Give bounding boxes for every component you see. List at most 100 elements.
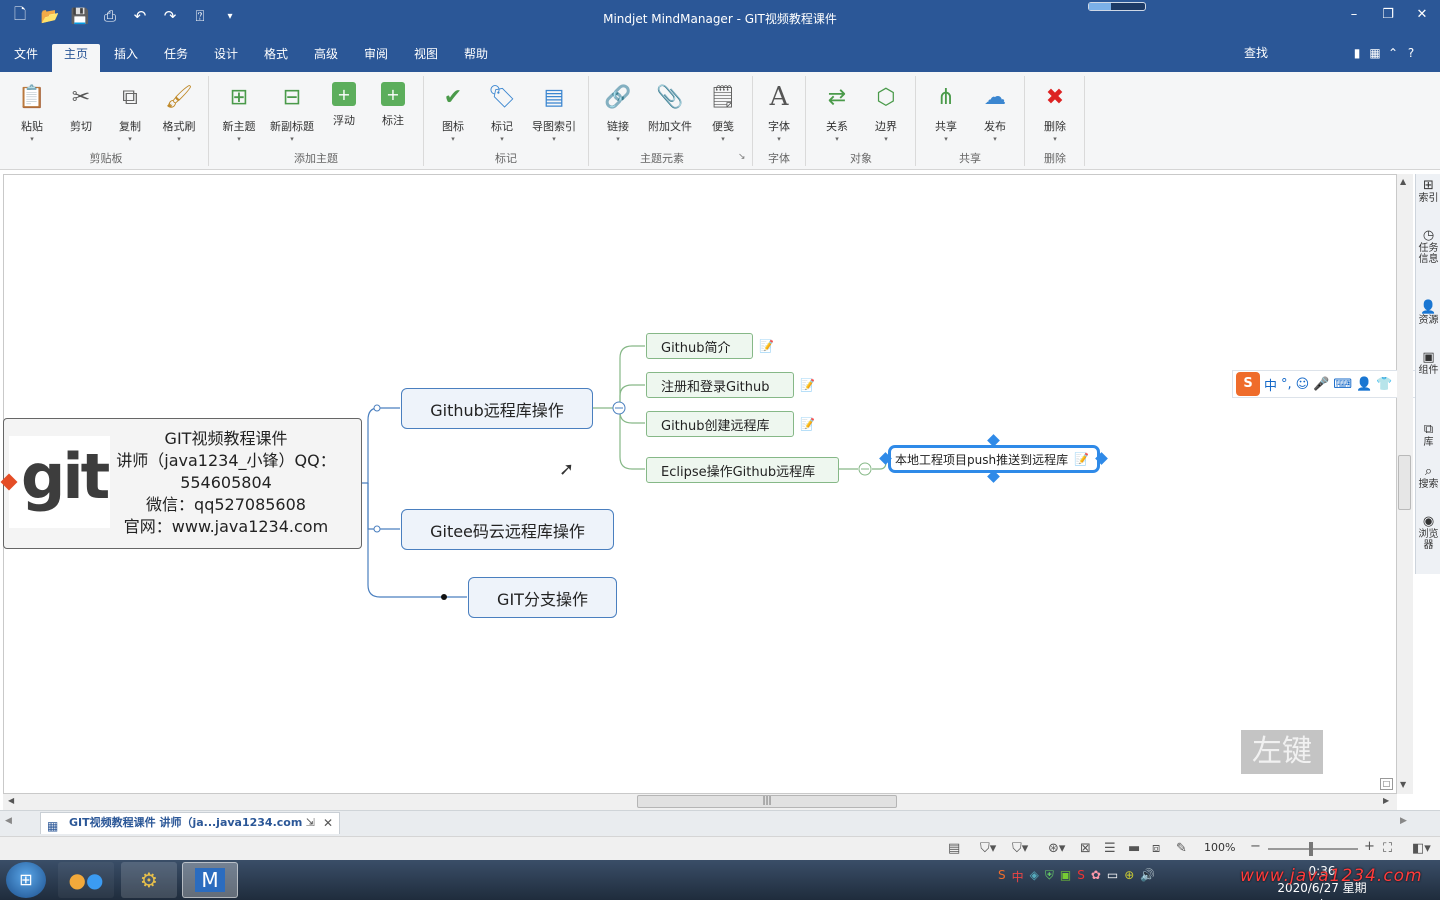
note-icon[interactable]: 📝: [800, 417, 815, 431]
view-options-icon[interactable]: ▦: [1368, 46, 1382, 60]
document-tab[interactable]: ▦ GIT视频教程课件 讲师（ja...java1234.com ⇲ ✕: [40, 812, 340, 834]
main-topic-github[interactable]: Github远程库操作: [401, 388, 593, 429]
boundary-button[interactable]: ⬡ 边界 ▾: [862, 78, 910, 144]
cut-button[interactable]: ✂ 剪切: [57, 78, 105, 134]
side-tab-index[interactable]: ⊞ 索引: [1418, 179, 1439, 204]
edit-icon[interactable]: ✎: [1176, 841, 1187, 856]
floating-topic-button[interactable]: + 浮动: [320, 78, 368, 128]
publish-button[interactable]: ☁ 发布 ▾: [971, 78, 1019, 144]
subtopic-eclipse-github[interactable]: Eclipse操作Github远程库: [646, 457, 839, 483]
share-button[interactable]: ⋔ 共享 ▾: [922, 78, 970, 144]
skin-icon[interactable]: 👕: [1376, 377, 1392, 392]
layout-options-icon[interactable]: ◧▾: [1412, 841, 1431, 856]
start-button-icon[interactable]: ⊞: [6, 862, 46, 898]
find-button[interactable]: 查找: [1244, 44, 1268, 61]
link-map-icon[interactable]: ⧈: [1152, 841, 1160, 856]
scroll-up-icon[interactable]: ▲: [1400, 177, 1406, 186]
collapse-ribbon-icon[interactable]: ⌃: [1386, 46, 1400, 60]
map-index-button[interactable]: ▤ 导图索引 ▾: [530, 78, 578, 144]
gantt-icon[interactable]: ▬: [1128, 841, 1140, 856]
side-tab-resources[interactable]: 👤 资源: [1418, 301, 1439, 326]
delete-button[interactable]: ✖ 删除 ▾: [1031, 78, 1079, 144]
tab-review[interactable]: 审阅: [352, 44, 400, 72]
side-tab-search[interactable]: ⌕ 搜索: [1418, 465, 1439, 490]
scroll-right-icon[interactable]: ▶: [1383, 796, 1389, 805]
tab-help[interactable]: 帮助: [452, 44, 500, 72]
filter-options-icon[interactable]: ⛉▾: [1012, 841, 1028, 856]
vertical-scroll-thumb[interactable]: [1398, 455, 1411, 510]
ime-lang-toggle[interactable]: 中: [1264, 375, 1277, 394]
tab-insert[interactable]: 插入: [102, 44, 150, 72]
network-tray-icon[interactable]: ▭: [1107, 868, 1118, 885]
font-button[interactable]: A 字体 ▾: [755, 78, 803, 143]
taskbar-app-eclipse-javaee-icon[interactable]: ⚙: [121, 862, 177, 898]
taskbar-app-mindmanager-icon[interactable]: M: [182, 862, 238, 898]
filter-icon[interactable]: ⛉▾: [980, 841, 996, 856]
tab-advanced[interactable]: 高级: [302, 44, 350, 72]
copy-button[interactable]: ⧉ 复制 ▾: [106, 78, 154, 144]
note-icon[interactable]: 📝: [759, 339, 774, 353]
zoom-slider[interactable]: [1268, 848, 1358, 850]
paste-button[interactable]: 📋 粘贴 ▾: [8, 78, 56, 144]
tab-format[interactable]: 格式: [252, 44, 300, 72]
user-icon[interactable]: 👤: [1356, 377, 1372, 392]
tab-file[interactable]: 文件: [2, 44, 50, 72]
subtopic-create-repo[interactable]: Github创建远程库: [646, 411, 794, 437]
main-topic-gitee[interactable]: Gitee码云远程库操作: [401, 509, 614, 550]
sogou-tray-icon[interactable]: S: [998, 868, 1006, 885]
side-tab-task-info[interactable]: ◷ 任务信息: [1418, 229, 1439, 265]
map-overview-icon[interactable]: □: [1380, 778, 1393, 790]
emoji-icon[interactable]: ☺: [1296, 377, 1310, 392]
restore-button[interactable]: ❐: [1373, 4, 1403, 26]
flower-tray-icon[interactable]: ✿: [1091, 868, 1101, 885]
ime-punct-toggle[interactable]: °,: [1281, 377, 1292, 392]
notes-button[interactable]: 🗒 便笺 ▾: [699, 78, 747, 144]
side-tab-library[interactable]: ⧉ 库: [1418, 423, 1439, 448]
plus-tray-icon[interactable]: ⊕: [1124, 868, 1134, 885]
dialog-launcher-icon[interactable]: ↘: [738, 152, 746, 162]
volume-tray-icon[interactable]: 🔊: [1140, 868, 1155, 885]
zoom-out-icon[interactable]: −: [1250, 839, 1261, 854]
balance-map-icon[interactable]: ⊛▾: [1048, 841, 1065, 856]
icon-button[interactable]: ✔ 图标 ▾: [429, 78, 477, 144]
cube-tray-icon[interactable]: ◈: [1030, 868, 1039, 885]
microphone-icon[interactable]: 🎤: [1313, 377, 1329, 392]
format-painter-button[interactable]: 🖌 格式刷 ▾: [155, 78, 203, 144]
note-icon[interactable]: 📝: [1074, 452, 1089, 466]
side-tab-components[interactable]: ▣ 组件: [1418, 351, 1439, 376]
tab-home[interactable]: 主页: [52, 44, 101, 72]
wps-tray-icon[interactable]: S: [1077, 868, 1085, 885]
input-tray-icon[interactable]: 中: [1012, 868, 1024, 885]
taskbar-app-colorful-icon[interactable]: ● ●: [58, 862, 114, 898]
shield-tray-icon[interactable]: ⛨: [1045, 868, 1054, 885]
map-view-icon[interactable]: ⊠: [1080, 841, 1091, 856]
minimize-button[interactable]: –: [1339, 4, 1369, 26]
selected-topic[interactable]: 本地工程项目push推送到远程库 📝: [888, 445, 1100, 473]
main-topic-branch[interactable]: GIT分支操作: [468, 577, 617, 618]
subtopic-github-intro[interactable]: Github简介: [646, 333, 753, 359]
fit-map-icon[interactable]: ⛶: [1383, 841, 1392, 856]
outline-view-icon[interactable]: ▤: [948, 841, 960, 856]
tab-task[interactable]: 任务: [152, 44, 200, 72]
attach-file-button[interactable]: 📎 附加文件 ▾: [646, 78, 694, 144]
sogou-logo-icon[interactable]: S: [1236, 372, 1260, 396]
close-tab-icon[interactable]: ✕: [323, 813, 333, 833]
pin-tab-icon[interactable]: ⇲: [306, 813, 315, 833]
tab-view[interactable]: 视图: [402, 44, 450, 72]
side-tab-browser[interactable]: ◉ 浏览器: [1418, 515, 1439, 551]
relationship-button[interactable]: ⇄ 关系 ▾: [813, 78, 861, 144]
new-subtopic-button[interactable]: ⊟ 新副标题 ▾: [268, 78, 316, 144]
tab-scroll-left-icon[interactable]: ◀: [5, 816, 12, 826]
horizontal-scroll-thumb[interactable]: |||: [637, 795, 897, 808]
note-icon[interactable]: 📝: [800, 378, 815, 392]
new-topic-button[interactable]: ⊞ 新主题 ▾: [215, 78, 263, 144]
scroll-left-icon[interactable]: ◀: [8, 796, 14, 805]
scroll-down-icon[interactable]: ▼: [1400, 780, 1406, 789]
nvidia-tray-icon[interactable]: ▣: [1060, 868, 1071, 885]
callout-button[interactable]: + 标注: [369, 78, 417, 128]
close-button[interactable]: ✕: [1407, 4, 1437, 26]
zoom-in-icon[interactable]: +: [1364, 839, 1375, 854]
layout-icon[interactable]: ▮: [1350, 46, 1364, 60]
keyboard-icon[interactable]: ⌨: [1333, 377, 1352, 392]
subtopic-register-login[interactable]: 注册和登录Github: [646, 372, 794, 398]
